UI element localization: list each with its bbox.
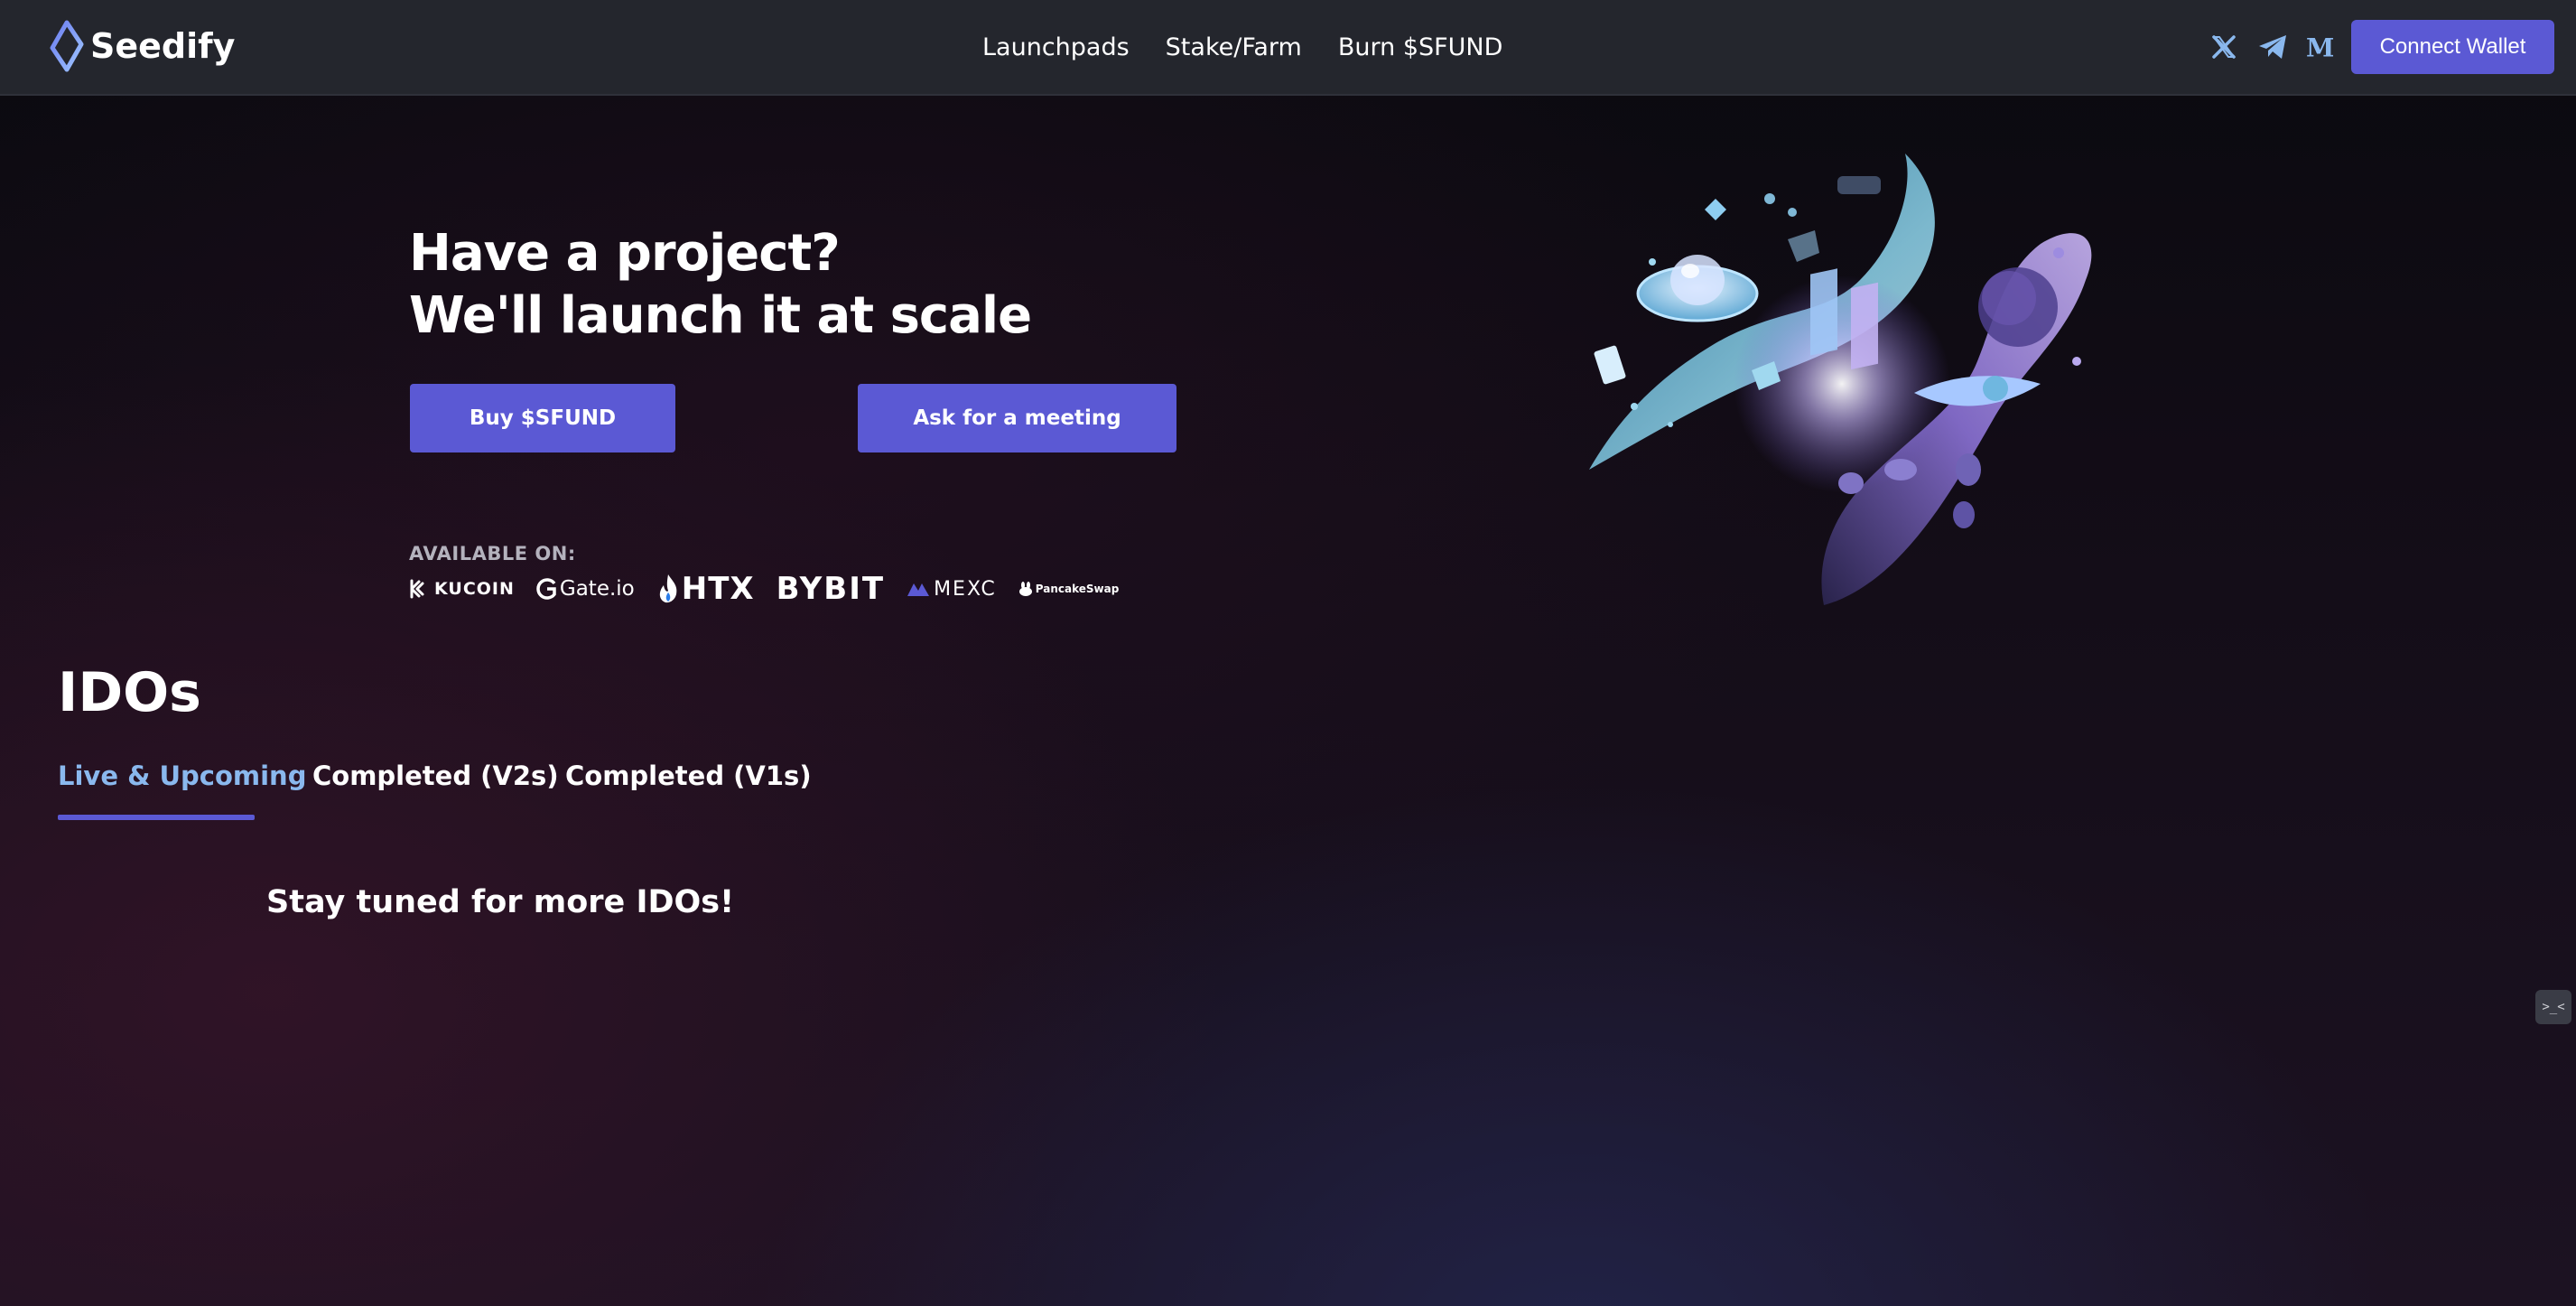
exchange-pancakeswap[interactable]: PancakeSwap [1018, 582, 1120, 596]
hero-title-line-1: Have a project? [409, 224, 841, 283]
hero-space-illustration [1589, 154, 2092, 605]
exchange-label: BYBIT [776, 571, 886, 607]
nav-stake-farm[interactable]: Stake/Farm [1166, 33, 1302, 61]
seedify-logo[interactable]: Seedify [49, 20, 235, 72]
exchange-label: MEXC [934, 577, 997, 601]
brand-name: Seedify [90, 26, 236, 66]
exchange-bybit[interactable]: BYBIT [777, 571, 885, 607]
telegram-icon[interactable] [2257, 32, 2288, 62]
nav-links: Launchpads Stake/Farm Burn $SFUND [982, 27, 1539, 67]
gate-icon [536, 578, 556, 600]
exchange-htx[interactable]: HTX [656, 571, 755, 607]
active-tab-indicator [58, 815, 255, 820]
pancake-bunny-icon [1018, 582, 1032, 596]
social-links: M [2209, 27, 2337, 67]
top-navbar: Seedify Launchpads Stake/Farm Burn $SFUN… [0, 0, 2576, 96]
exchange-mexc[interactable]: MEXC [907, 578, 997, 601]
idos-heading: IDOs [58, 661, 201, 724]
tab-completed-v1s[interactable]: Completed (V1s) [565, 760, 812, 791]
ido-empty-message: Stay tuned for more IDOs! [266, 884, 735, 920]
chat-widget-button[interactable]: >_< [2535, 990, 2571, 1024]
svg-text:M: M [2306, 33, 2334, 61]
tab-completed-v2s[interactable]: Completed (V2s) [312, 760, 559, 791]
mexc-icon [907, 583, 930, 596]
widget-glyph: >_< [2542, 1000, 2565, 1014]
nav-launchpads[interactable]: Launchpads [982, 33, 1130, 61]
page: Seedify Launchpads Stake/Farm Burn $SFUN… [0, 0, 2576, 1306]
exchange-logos: KUCOIN Gate.io HTX BYBIT MEXC PancakeSwa… [409, 571, 1140, 607]
exchange-label: KUCOIN [434, 579, 515, 599]
kucoin-icon [410, 579, 424, 599]
available-on-label: AVAILABLE ON: [409, 543, 576, 564]
nav-burn-sfund[interactable]: Burn $SFUND [1338, 33, 1503, 61]
seedify-logo-icon [50, 20, 84, 72]
medium-icon[interactable]: M [2306, 32, 2337, 62]
exchange-label: HTX [681, 571, 755, 607]
htx-flame-icon [659, 574, 677, 603]
ask-meeting-button[interactable]: Ask for a meeting [858, 384, 1176, 452]
exchange-gate[interactable]: Gate.io [536, 577, 635, 601]
hero-title-line-2: We'll launch it at scale [409, 286, 1032, 345]
exchange-label: PancakeSwap [1035, 583, 1120, 595]
buy-sfund-button[interactable]: Buy $SFUND [410, 384, 675, 452]
exchange-label: Gate.io [559, 577, 635, 601]
hero-title: Have a project? We'll launch it at scale [409, 222, 1222, 347]
connect-wallet-button[interactable]: Connect Wallet [2351, 20, 2554, 74]
x-icon[interactable] [2209, 32, 2239, 62]
tab-live-upcoming[interactable]: Live & Upcoming [58, 760, 306, 791]
exchange-kucoin[interactable]: KUCOIN [409, 579, 515, 599]
